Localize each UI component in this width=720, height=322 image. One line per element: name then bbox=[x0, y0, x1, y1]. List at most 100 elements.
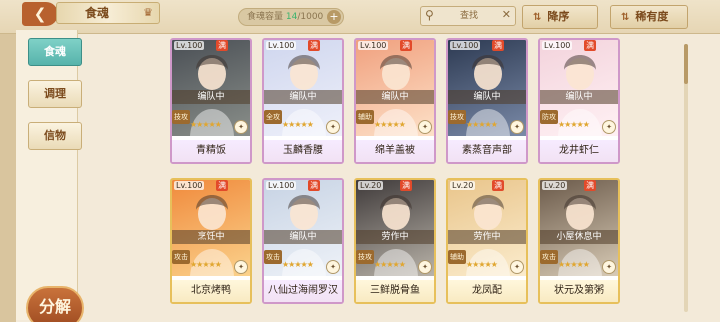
status-banner: 编队中 bbox=[356, 90, 434, 104]
type-tag: 攻击 bbox=[540, 250, 558, 264]
status-banner: 编队中 bbox=[448, 90, 526, 104]
title-plate: 食魂 ♛ bbox=[56, 2, 160, 24]
status-banner: 小屋休息中 bbox=[540, 230, 618, 244]
sidebar: 食魂 调理 信物 分解 bbox=[16, 30, 84, 322]
sort-rarity-label: 稀有度 bbox=[635, 10, 669, 23]
card-name: 北京烤鸭 bbox=[172, 280, 250, 302]
element-icon: ✦ bbox=[326, 120, 340, 134]
capacity-label: 食魂容量 bbox=[247, 12, 284, 22]
food-soul-card[interactable]: Lv.20 满 劳作中 技攻 ★★★★★ ✦ 三鲜脱骨鱼 bbox=[354, 178, 436, 304]
status-banner: 编队中 bbox=[264, 230, 342, 244]
card-name: 三鲜脱骨鱼 bbox=[356, 280, 434, 302]
capacity-current: 14 bbox=[285, 12, 298, 22]
level-label: Lv.20 bbox=[358, 181, 384, 190]
element-icon: ✦ bbox=[602, 120, 616, 134]
food-soul-card[interactable]: Lv.100 满 编队中 辅助 ★★★★★ ✦ 绵羊盖被 bbox=[354, 38, 436, 164]
tab-label: 食魂 bbox=[44, 45, 66, 58]
card-name: 青精饭 bbox=[172, 140, 250, 162]
card-name: 状元及第粥 bbox=[540, 280, 618, 302]
sort-rarity-button[interactable]: ⇅ 稀有度 bbox=[610, 5, 688, 29]
page-title: 食魂 bbox=[84, 6, 109, 20]
back-button[interactable]: ❮ bbox=[22, 2, 58, 26]
max-level-badge: 满 bbox=[584, 40, 596, 51]
level-label: Lv.100 bbox=[266, 181, 297, 190]
level-label: Lv.100 bbox=[174, 181, 205, 190]
tab-tokens[interactable]: 信物 bbox=[28, 122, 82, 150]
max-level-badge: 满 bbox=[400, 180, 412, 191]
crown-icon: ♛ bbox=[143, 6, 153, 19]
card-grid: Lv.100 满 编队中 技攻 ★★★★★ ✦ 青精饭 Lv.100 满 编队中… bbox=[90, 34, 700, 322]
tab-food-soul[interactable]: 食魂 bbox=[28, 38, 82, 66]
max-level-badge: 满 bbox=[492, 40, 504, 51]
level-label: Lv.100 bbox=[542, 41, 573, 50]
top-bar: ❮ 食魂 ♛ 食魂容量 14/1000 + ⚲ ✕ ⇅ 降序 ⇅ 稀有度 bbox=[0, 0, 720, 34]
decompose-button[interactable]: 分解 bbox=[26, 286, 84, 322]
status-banner: 编队中 bbox=[172, 90, 250, 104]
scrollbar-thumb[interactable] bbox=[684, 44, 688, 84]
tab-label: 信物 bbox=[44, 129, 66, 142]
element-icon: ✦ bbox=[418, 120, 432, 134]
close-icon[interactable]: ✕ bbox=[502, 8, 511, 21]
food-soul-card[interactable]: Lv.20 满 劳作中 辅助 ★★★★★ ✦ 龙凤配 bbox=[446, 178, 528, 304]
sort-arrow-icon: ⇅ bbox=[533, 12, 542, 23]
tab-conditioning[interactable]: 调理 bbox=[28, 80, 82, 108]
level-label: Lv.20 bbox=[450, 181, 476, 190]
max-level-badge: 满 bbox=[308, 180, 320, 191]
card-name: 龙井虾仁 bbox=[540, 140, 618, 162]
element-icon: ✦ bbox=[418, 260, 432, 274]
type-tag: 技攻 bbox=[448, 110, 466, 124]
type-tag: 防攻 bbox=[540, 110, 558, 124]
status-banner: 编队中 bbox=[540, 90, 618, 104]
level-label: Lv.100 bbox=[266, 41, 297, 50]
type-tag: 辅助 bbox=[448, 250, 466, 264]
chevron-left-icon: ❮ bbox=[33, 5, 47, 23]
card-name: 素蒸音声部 bbox=[448, 140, 526, 162]
level-label: Lv.20 bbox=[542, 181, 568, 190]
food-soul-card[interactable]: Lv.100 满 编队中 全攻 ★★★★★ ✦ 玉麟香腰 bbox=[262, 38, 344, 164]
level-label: Lv.100 bbox=[174, 41, 205, 50]
card-name: 绵羊盖被 bbox=[356, 140, 434, 162]
capacity-display: 食魂容量 14/1000 + bbox=[238, 8, 344, 26]
card-name: 玉麟香腰 bbox=[264, 140, 342, 162]
status-banner: 编队中 bbox=[264, 90, 342, 104]
type-tag: 技攻 bbox=[172, 110, 190, 124]
status-banner: 劳作中 bbox=[356, 230, 434, 244]
food-soul-card[interactable]: Lv.100 满 烹饪中 攻击 ★★★★★ ✦ 北京烤鸭 bbox=[170, 178, 252, 304]
card-name: 八仙过海闹罗汉 bbox=[264, 280, 342, 302]
food-soul-card[interactable]: Lv.100 满 编队中 技攻 ★★★★★ ✦ 青精饭 bbox=[170, 38, 252, 164]
left-edge-strip bbox=[0, 34, 16, 322]
sort-order-button[interactable]: ⇅ 降序 bbox=[522, 5, 598, 29]
search-input[interactable] bbox=[441, 8, 497, 24]
max-level-badge: 满 bbox=[400, 40, 412, 51]
card-name: 龙凤配 bbox=[448, 280, 526, 302]
element-icon: ✦ bbox=[510, 260, 524, 274]
sort-order-label: 降序 bbox=[547, 10, 570, 23]
element-icon: ✦ bbox=[510, 120, 524, 134]
food-soul-card[interactable]: Lv.20 满 小屋休息中 攻击 ★★★★★ ✦ 状元及第粥 bbox=[538, 178, 620, 304]
status-banner: 劳作中 bbox=[448, 230, 526, 244]
element-icon: ✦ bbox=[234, 120, 248, 134]
element-icon: ✦ bbox=[602, 260, 616, 274]
type-tag: 技攻 bbox=[356, 250, 374, 264]
level-label: Lv.100 bbox=[450, 41, 481, 50]
element-icon: ✦ bbox=[234, 260, 248, 274]
food-soul-card[interactable]: Lv.100 满 编队中 攻击 ★★★★★ ✦ 八仙过海闹罗汉 bbox=[262, 178, 344, 304]
capacity-add-button[interactable]: + bbox=[327, 10, 341, 24]
type-tag: 攻击 bbox=[264, 250, 282, 264]
type-tag: 全攻 bbox=[264, 110, 282, 124]
status-banner: 烹饪中 bbox=[172, 230, 250, 244]
type-tag: 辅助 bbox=[356, 110, 374, 124]
search-icon: ⚲ bbox=[425, 8, 434, 22]
capacity-total: /1000 bbox=[297, 12, 324, 22]
type-tag: 攻击 bbox=[172, 250, 190, 264]
food-soul-card[interactable]: Lv.100 满 编队中 技攻 ★★★★★ ✦ 素蒸音声部 bbox=[446, 38, 528, 164]
scrollbar[interactable] bbox=[684, 44, 688, 312]
food-soul-card[interactable]: Lv.100 满 编队中 防攻 ★★★★★ ✦ 龙井虾仁 bbox=[538, 38, 620, 164]
max-level-badge: 满 bbox=[216, 40, 228, 51]
max-level-badge: 满 bbox=[584, 180, 596, 191]
search-box[interactable]: ⚲ ✕ bbox=[420, 6, 516, 26]
max-level-badge: 满 bbox=[216, 180, 228, 191]
level-label: Lv.100 bbox=[358, 41, 389, 50]
tab-label: 调理 bbox=[44, 87, 66, 100]
element-icon: ✦ bbox=[326, 260, 340, 274]
